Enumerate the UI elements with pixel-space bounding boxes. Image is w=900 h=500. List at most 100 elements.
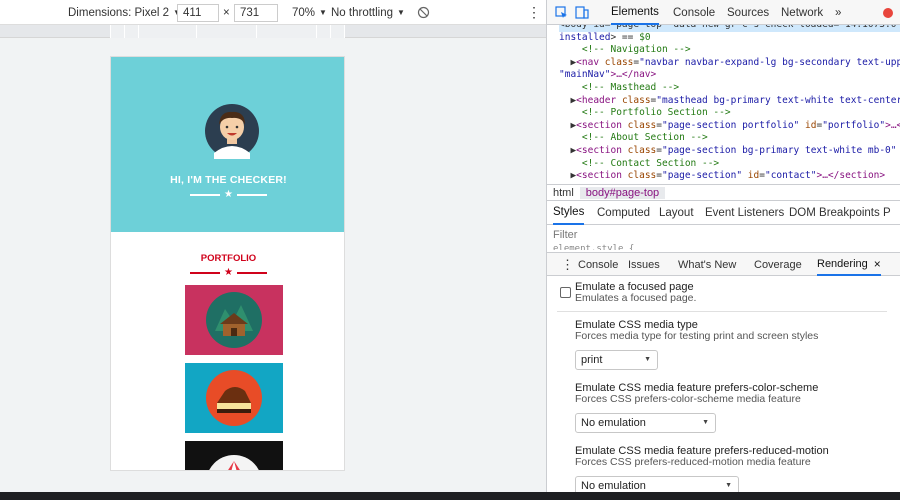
code-token: <section xyxy=(576,119,628,131)
code-token: >…</section> xyxy=(816,170,886,182)
code-token: >…</nav> xyxy=(610,69,657,81)
drawer-tab-console[interactable]: Console xyxy=(578,253,618,276)
reduced-motion-desc: Forces CSS prefers-reduced-motion media … xyxy=(575,456,811,468)
ruler-tick xyxy=(196,25,197,38)
dom-breadcrumb: html body#page-top xyxy=(547,184,900,201)
code-token: <!-- Contact Section --> xyxy=(559,157,720,169)
dom-node-line[interactable]: "mainNav">…</nav> xyxy=(559,69,656,82)
code-token: ▶ xyxy=(559,145,577,156)
breadcrumb-html[interactable]: html xyxy=(547,187,580,199)
code-token: <!-- Navigation --> xyxy=(559,44,691,56)
dimensions-dropdown[interactable]: Dimensions: Pixel 2 ▼ xyxy=(68,0,181,25)
tab-computed[interactable]: Computed xyxy=(597,201,650,225)
code-token: class xyxy=(627,170,657,182)
code-token: class xyxy=(627,119,657,131)
code-token: > == xyxy=(610,31,640,43)
drawer-tab-issues[interactable]: Issues xyxy=(628,253,660,276)
code-token: "portfolio" xyxy=(822,119,886,131)
code-token: <!-- About Section --> xyxy=(559,132,708,144)
portfolio-item-cabin[interactable] xyxy=(185,285,283,355)
width-value: 411 xyxy=(183,7,202,19)
code-token: ▶ xyxy=(559,56,577,68)
code-token: ▶ xyxy=(559,94,577,106)
separator xyxy=(557,311,887,312)
code-token: <!-- Masthead --> xyxy=(559,82,680,93)
zoom-dropdown[interactable]: 70% ▼ xyxy=(292,0,327,25)
width-input[interactable]: 411 xyxy=(177,4,219,22)
code-token: ▶ xyxy=(559,119,577,131)
dom-node-line[interactable]: installed> == $0 xyxy=(559,32,651,45)
code-token: id xyxy=(805,119,817,131)
dom-tree[interactable]: <body id="page-top" data-new-gr-c-s-chec… xyxy=(547,25,900,185)
dom-node-line[interactable]: ▶<section class="page-section portfolio"… xyxy=(559,120,900,133)
more-options-icon[interactable]: ⋮ xyxy=(527,0,541,25)
portfolio-item-circus[interactable] xyxy=(185,441,283,470)
zoom-label: 70% xyxy=(292,6,316,19)
star-icon: ★ xyxy=(224,267,233,278)
throttling-label: No throttling xyxy=(331,6,394,19)
dom-node-line[interactable]: <!-- Contact Section --> xyxy=(559,158,719,171)
chevron-down-icon: ▼ xyxy=(397,8,405,17)
dom-node-line[interactable]: ▶<section class="page-section bg-primary… xyxy=(559,145,900,158)
media-type-value: print xyxy=(581,354,603,366)
code-token: >…</ xyxy=(885,119,900,131)
height-input[interactable]: 731 xyxy=(234,4,278,22)
dom-node-line[interactable]: <!-- Portfolio Section --> xyxy=(559,107,731,120)
dom-node-line[interactable]: ▶<section class="page-section" id="conta… xyxy=(559,170,885,183)
tab-properties[interactable]: P xyxy=(883,201,891,225)
circus-tent-icon xyxy=(209,455,259,470)
inspect-element-icon[interactable] xyxy=(555,0,568,25)
tab-styles[interactable]: Styles xyxy=(553,201,585,225)
throttling-dropdown[interactable]: No throttling ▼ xyxy=(331,0,405,25)
code-token: <body id="page-top" data-new-gr-c-s-chec… xyxy=(559,25,900,30)
ruler-tick xyxy=(316,25,317,38)
chevron-down-icon: ▼ xyxy=(319,8,327,17)
rendering-tab-label: Rendering xyxy=(817,257,868,270)
styles-filter-input[interactable]: Filter xyxy=(553,229,577,241)
drawer-tab-coverage[interactable]: Coverage xyxy=(754,253,802,276)
tab-elements[interactable]: Elements xyxy=(611,0,659,25)
tab-event-listeners[interactable]: Event Listeners xyxy=(705,201,784,225)
tab-sources[interactable]: Sources xyxy=(727,0,769,25)
dom-node-line[interactable]: ▶<header class="masthead bg-primary text… xyxy=(559,95,900,108)
code-token: ▶ xyxy=(559,170,577,182)
close-icon[interactable]: × xyxy=(874,257,881,271)
color-scheme-select[interactable]: No emulation ▼ xyxy=(575,413,716,433)
times-sign: × xyxy=(223,6,230,19)
styles-subtabs: Styles Computed Layout Event Listeners D… xyxy=(547,201,900,225)
error-badge-icon[interactable] xyxy=(883,0,893,25)
code-token: "masthead bg-primary text-white text-cen… xyxy=(656,94,900,106)
code-token: "contact" xyxy=(764,170,817,182)
divider-line xyxy=(190,272,221,274)
masthead-divider: ★ xyxy=(111,189,344,200)
emulated-page[interactable]: HI, I'M THE CHECKER! ★ PORTFOLIO ★ xyxy=(110,56,345,471)
dom-node-line[interactable]: <!-- About Section --> xyxy=(559,132,708,145)
divider-line xyxy=(236,194,267,196)
portfolio-item-cake[interactable] xyxy=(185,363,283,433)
more-tabs-button[interactable]: » xyxy=(835,0,841,25)
breadcrumb-body[interactable]: body#page-top xyxy=(579,186,666,199)
tab-network[interactable]: Network xyxy=(781,0,823,25)
rotate-icon[interactable] xyxy=(417,0,430,25)
focused-page-checkbox[interactable] xyxy=(560,287,571,298)
height-value: 731 xyxy=(240,7,260,19)
media-type-select[interactable]: print ▼ xyxy=(575,350,658,370)
tab-layout[interactable]: Layout xyxy=(659,201,694,225)
drawer-tab-rendering[interactable]: Rendering × xyxy=(817,253,881,276)
drawer-tab-whats-new[interactable]: What's New xyxy=(678,253,736,276)
device-toggle-icon[interactable] xyxy=(575,0,589,25)
chevron-down-icon: ▼ xyxy=(725,482,732,489)
code-token: "page-section portfolio" xyxy=(662,119,805,131)
dom-node-line[interactable]: <!-- Masthead --> xyxy=(559,82,679,95)
dom-node-line[interactable]: <body id="page-top" data-new-gr-c-s-chec… xyxy=(559,25,900,32)
tab-console[interactable]: Console xyxy=(673,0,715,25)
code-token: "mainNav" xyxy=(559,69,611,81)
code-token: id xyxy=(747,170,760,182)
dom-node-line[interactable]: ▶<nav class="navbar navbar-expand-lg bg-… xyxy=(559,57,900,70)
dom-node-line[interactable]: <!-- Navigation --> xyxy=(559,44,691,57)
drawer-menu-icon[interactable]: ⋮ xyxy=(561,253,574,276)
star-icon: ★ xyxy=(224,189,233,200)
chevron-down-icon: ▼ xyxy=(644,356,651,363)
divider-line xyxy=(236,272,267,274)
tab-dom-breakpoints[interactable]: DOM Breakpoints xyxy=(789,201,880,225)
